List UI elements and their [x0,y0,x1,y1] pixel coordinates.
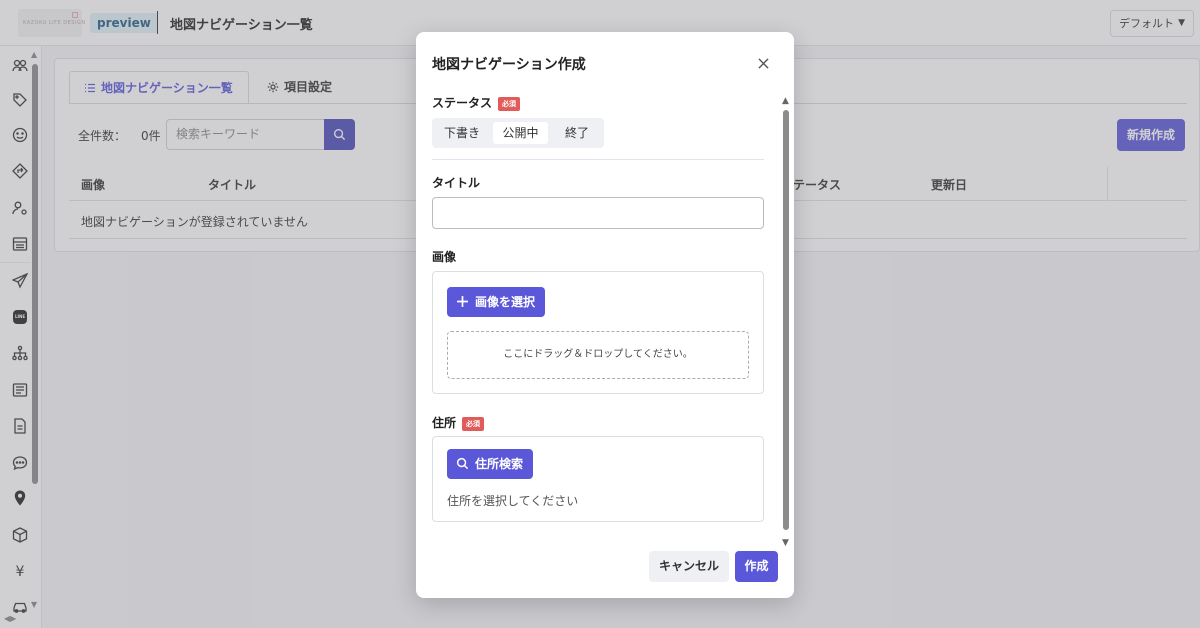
dialog-scrollbar[interactable]: ▲ ▼ [782,96,790,550]
close-button[interactable] [754,54,772,72]
plus-icon [457,296,468,307]
drop-zone-text: ここにドラッグ＆ドロップしてください。 [503,349,693,360]
select-image-label: 画像を選択 [475,295,536,309]
scroll-down-icon[interactable]: ▼ [782,538,789,548]
status-label-text: ステータス [432,96,493,110]
status-option-ended[interactable]: 終了 [553,122,601,144]
select-image-button[interactable]: 画像を選択 [447,287,546,317]
status-option-draft[interactable]: 下書き [436,122,488,144]
search-icon [456,457,469,470]
title-input[interactable] [432,197,764,229]
image-label: 画像 [432,250,457,264]
address-search-label: 住所検索 [475,457,524,471]
section-divider [432,159,764,160]
required-badge: 必須 [462,417,485,431]
status-segmented-control: 下書き 公開中 終了 [432,118,604,148]
image-upload-box: 画像を選択 ここにドラッグ＆ドロップしてください。 [432,271,764,394]
status-label: ステータス 必須 [432,94,521,111]
dialog-title: 地図ナビゲーション作成 [432,57,586,73]
status-option-published[interactable]: 公開中 [493,122,548,144]
close-icon [757,57,769,69]
address-label: 住所 必須 [432,414,485,431]
scroll-up-icon[interactable]: ▲ [782,96,789,106]
address-box: 住所検索 住所を選択してください [432,436,764,522]
dialog-scrollbar-thumb[interactable] [783,110,789,530]
address-placeholder: 住所を選択してください [447,494,579,508]
cancel-button[interactable]: キャンセル [649,551,729,582]
create-button[interactable]: 作成 [735,551,778,582]
required-badge: 必須 [498,97,521,111]
address-label-text: 住所 [432,416,457,430]
title-label: タイトル [432,176,481,190]
create-map-navigation-dialog: 地図ナビゲーション作成 ステータス 必須 下書き 公開中 終了 タイトル 画像 画… [416,32,794,598]
drop-zone[interactable]: ここにドラッグ＆ドロップしてください。 [447,331,749,379]
address-search-button[interactable]: 住所検索 [447,449,534,479]
